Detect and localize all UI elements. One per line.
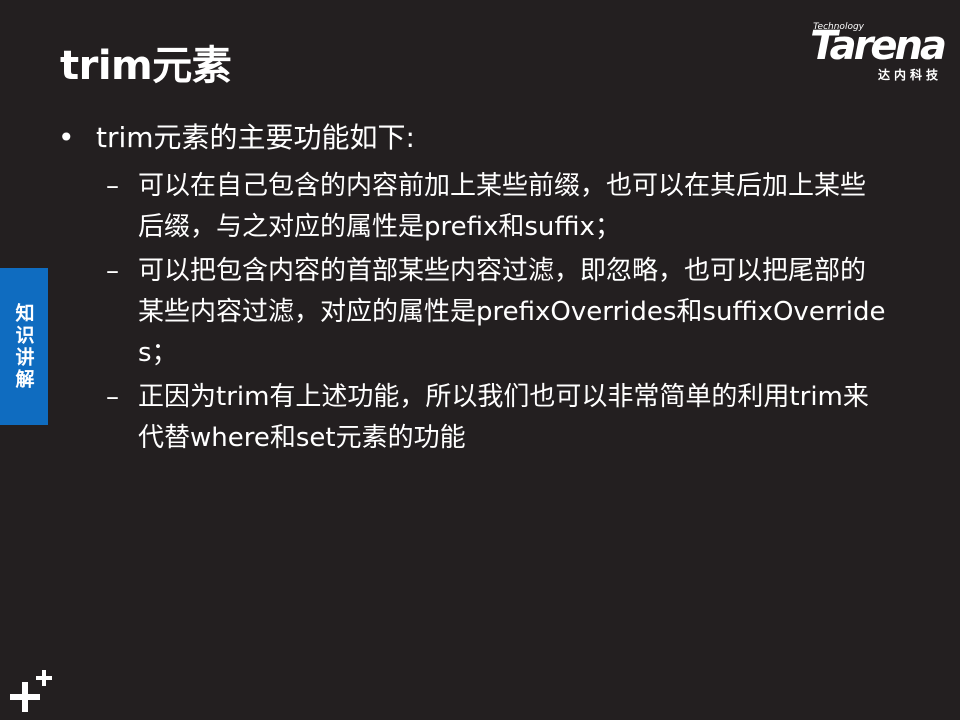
logo-wordmark: Tarena bbox=[810, 23, 947, 69]
sub-bullet: – 可以把包含内容的首部某些内容过滤，即忽略，也可以把尾部的某些内容过滤，对应的… bbox=[106, 251, 888, 374]
side-tab-label: 知识讲解 bbox=[12, 302, 35, 391]
sub-bullet: – 可以在自己包含的内容前加上某些前缀，也可以在其后加上某些后缀，与之对应的属性… bbox=[106, 166, 888, 248]
tarena-logo: Technology Tarena 达内科技 bbox=[774, 20, 947, 84]
bullet-dot-icon: • bbox=[58, 121, 75, 154]
main-bullet-text: trim元素的主要功能如下: bbox=[96, 121, 415, 154]
logo-chinese-text: 达内科技 bbox=[877, 68, 942, 82]
slide: trim元素 Technology Tarena 达内科技 知识讲解 • tri… bbox=[0, 0, 960, 720]
plus-logo-icon bbox=[10, 670, 52, 712]
sub-bullet-text: 正因为trim有上述功能，所以我们也可以非常简单的利用trim来代替where和… bbox=[138, 382, 869, 453]
sub-bullet: – 正因为trim有上述功能，所以我们也可以非常简单的利用trim来代替wher… bbox=[106, 377, 888, 459]
dash-icon: – bbox=[106, 171, 119, 201]
main-bullet: • trim元素的主要功能如下: bbox=[58, 118, 888, 158]
dash-icon: – bbox=[106, 382, 119, 412]
slide-title: trim元素 bbox=[60, 43, 232, 89]
sub-bullet-text: 可以在自己包含的内容前加上某些前缀，也可以在其后加上某些后缀，与之对应的属性是p… bbox=[138, 171, 867, 242]
sub-bullet-text: 可以把包含内容的首部某些内容过滤，即忽略，也可以把尾部的某些内容过滤，对应的属性… bbox=[138, 256, 886, 368]
dash-icon: – bbox=[106, 256, 119, 286]
sub-bullet-list: – 可以在自己包含的内容前加上某些前缀，也可以在其后加上某些后缀，与之对应的属性… bbox=[106, 166, 888, 459]
slide-content: • trim元素的主要功能如下: – 可以在自己包含的内容前加上某些前缀，也可以… bbox=[58, 118, 888, 462]
side-tab: 知识讲解 bbox=[0, 268, 48, 425]
